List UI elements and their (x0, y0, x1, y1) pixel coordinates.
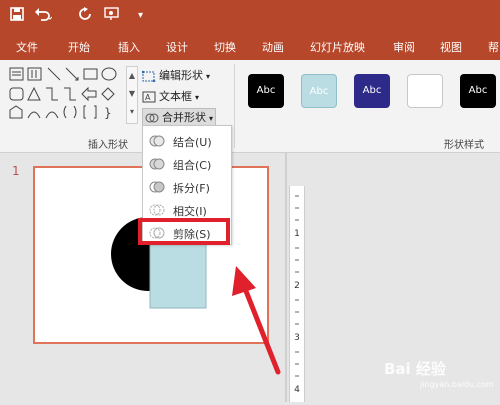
slide-number: 1 (12, 164, 20, 178)
gallery-up-icon[interactable]: ▲ (127, 67, 137, 85)
tab-help[interactable]: 帮 (488, 39, 499, 55)
present-icon[interactable] (104, 7, 120, 25)
style-swatch-black[interactable]: Abc (248, 74, 284, 108)
style-swatch-dark-blue[interactable]: Abc (354, 74, 390, 108)
edit-shape-button[interactable]: 编辑形状 ▾ (141, 67, 210, 85)
ribbon-tabs: 文件 开始 插入 设计 切换 动画 幻灯片放映 审阅 视图 帮 (0, 32, 500, 60)
tab-design[interactable]: 设计 (166, 39, 188, 55)
menu-item-union[interactable]: 结合(U) (143, 130, 231, 152)
style-swatch-white[interactable]: Abc (407, 74, 443, 108)
red-arrow-annotation (232, 266, 281, 375)
style-swatch-black-2[interactable]: Abc (460, 74, 496, 108)
tab-home[interactable]: 开始 (68, 39, 90, 55)
menu-item-fragment-label: 拆分(F) (173, 182, 210, 195)
insert-shapes-group-label: 插入形状 (88, 140, 128, 151)
menu-item-union-label: 结合(U) (173, 136, 212, 149)
tab-review[interactable]: 审阅 (393, 39, 415, 55)
text-box-icon: A (142, 91, 156, 103)
gallery-down-icon[interactable]: ▼ (127, 85, 137, 103)
menu-item-intersect-label: 相交(I) (173, 205, 207, 218)
combine-icon (149, 156, 165, 172)
menu-item-combine[interactable]: 组合(C) (143, 153, 231, 175)
title-bar: ▾ (0, 0, 500, 32)
light-blue-rect-shape (149, 241, 207, 309)
text-box-label: 文本框 (159, 90, 192, 103)
shape-styles-group-label: 形状样式 (444, 140, 484, 151)
highlight-box (138, 218, 230, 245)
menu-item-combine-label: 组合(C) (173, 159, 212, 172)
union-icon (149, 133, 165, 149)
save-icon[interactable] (10, 7, 24, 25)
tab-view[interactable]: 视图 (440, 39, 462, 55)
ribbon: } ▲ ▼ ▾ 插入形状 编辑形状 ▾ A 文本框 ▾ 合并形状 ▾ Abc Abc … (0, 60, 500, 153)
tab-insert[interactable]: 插入 (118, 39, 140, 55)
style-swatch-light-blue[interactable]: Abc (301, 74, 337, 108)
edit-shape-label: 编辑形状 (159, 69, 203, 82)
svg-text:}: } (104, 106, 112, 120)
ruler-tick-2: 2 (294, 281, 300, 291)
ruler-tick-4: 4 (294, 385, 300, 395)
gallery-scroll[interactable]: ▲ ▼ ▾ (126, 66, 138, 124)
merge-shapes-label: 合并形状 (162, 111, 206, 124)
baidu-watermark: Bai 经验 (384, 360, 446, 378)
tab-file[interactable]: 文件 (16, 39, 38, 55)
customize-toolbar-icon[interactable]: ▾ (138, 7, 143, 25)
intersect-icon (149, 202, 165, 218)
ruler-tick-3: 3 (294, 333, 300, 343)
tab-transitions[interactable]: 切换 (214, 39, 236, 55)
ribbon-separator (234, 64, 235, 148)
ruler-ticks (295, 195, 299, 377)
shapes-gallery[interactable]: } (8, 66, 124, 122)
svg-text:A: A (145, 93, 151, 102)
baidu-watermark-sub: jingyan.baidu.com (420, 380, 494, 389)
tab-slideshow[interactable]: 幻灯片放映 (310, 39, 365, 55)
menu-item-fragment[interactable]: 拆分(F) (143, 176, 231, 198)
vertical-ruler: 1 2 3 4 (289, 186, 305, 402)
text-box-button[interactable]: A 文本框 ▾ (142, 88, 199, 106)
merge-shapes-icon (145, 112, 159, 124)
undo-icon[interactable] (34, 7, 53, 25)
edit-shape-icon (141, 70, 156, 83)
gallery-more-icon[interactable]: ▾ (127, 103, 137, 121)
tab-animations[interactable]: 动画 (262, 39, 284, 55)
redo-icon[interactable] (78, 7, 92, 25)
shapes-gallery-icons: } (9, 67, 117, 120)
ruler-tick-1: 1 (294, 229, 300, 239)
fragment-icon (149, 179, 165, 195)
